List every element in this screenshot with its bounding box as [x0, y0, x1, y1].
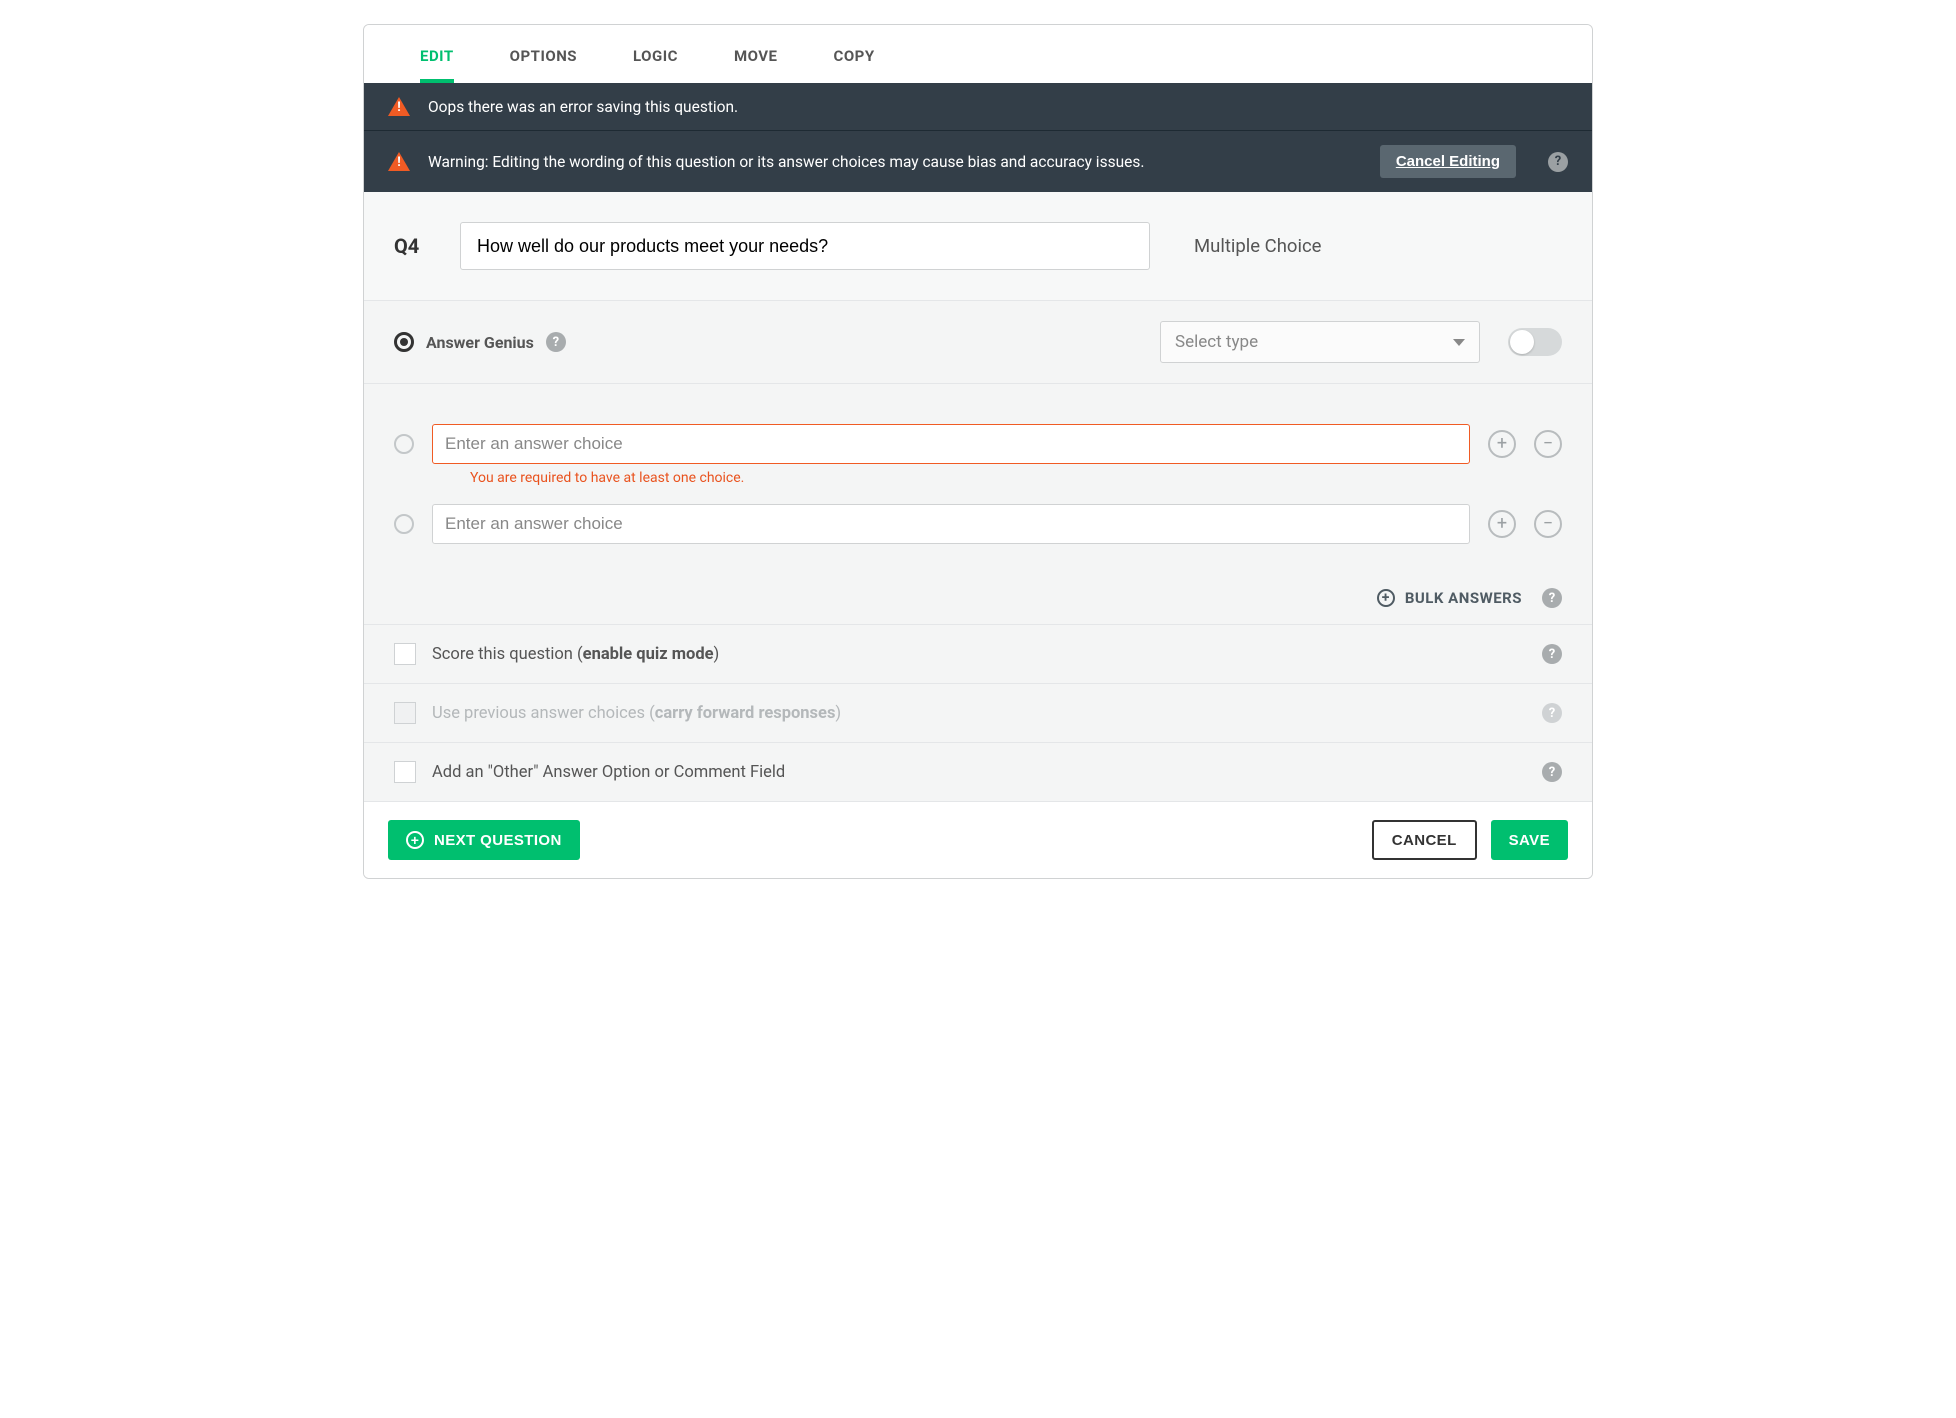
answer-choice-error: You are required to have at least one ch…: [470, 470, 1562, 486]
answer-genius-type-placeholder: Select type: [1175, 332, 1258, 352]
help-icon[interactable]: ?: [546, 332, 566, 352]
radio-icon: [394, 514, 414, 534]
score-question-label: Score this question (enable quiz mode): [432, 645, 719, 664]
other-option[interactable]: Add an "Other" Answer Option or Comment …: [364, 743, 1592, 802]
warning-icon: [388, 152, 410, 171]
answer-genius-type-select[interactable]: Select type: [1160, 321, 1480, 363]
chevron-down-icon: [1453, 339, 1465, 346]
tab-copy[interactable]: COPY: [806, 25, 903, 83]
answer-choice-input[interactable]: [432, 424, 1470, 464]
add-choice-button[interactable]: +: [1488, 430, 1516, 458]
plus-circle-icon: +: [406, 831, 424, 849]
checkbox[interactable]: [394, 761, 416, 783]
editor-tab-bar: EDIT OPTIONS LOGIC MOVE COPY: [364, 25, 1592, 83]
help-icon[interactable]: ?: [1542, 644, 1562, 664]
question-editor-frame: EDIT OPTIONS LOGIC MOVE COPY Oops there …: [363, 24, 1593, 879]
help-icon[interactable]: ?: [1542, 762, 1562, 782]
tab-edit[interactable]: EDIT: [392, 25, 482, 83]
error-banner-text: Oops there was an error saving this ques…: [428, 98, 738, 116]
help-icon[interactable]: ?: [1542, 703, 1562, 723]
checkbox[interactable]: [394, 643, 416, 665]
next-question-button[interactable]: + NEXT QUESTION: [388, 820, 580, 860]
cancel-button[interactable]: CANCEL: [1372, 820, 1477, 860]
editor-footer: + NEXT QUESTION CANCEL SAVE: [364, 802, 1592, 878]
other-option-label: Add an "Other" Answer Option or Comment …: [432, 763, 785, 782]
answer-choices-section: + − You are required to have at least on…: [364, 384, 1592, 625]
answer-choice-input[interactable]: [432, 504, 1470, 544]
question-text-input[interactable]: [460, 222, 1150, 270]
cancel-editing-button[interactable]: Cancel Editing: [1380, 145, 1516, 178]
warning-icon: [388, 97, 410, 116]
answer-genius-toggle[interactable]: [1508, 328, 1562, 356]
save-button[interactable]: SAVE: [1491, 820, 1568, 860]
answer-genius-row: Answer Genius ? Select type: [364, 301, 1592, 384]
toggle-knob: [1510, 330, 1534, 354]
tab-logic[interactable]: LOGIC: [605, 25, 706, 83]
score-question-option[interactable]: Score this question (enable quiz mode) ?: [364, 625, 1592, 684]
next-question-label: NEXT QUESTION: [434, 832, 562, 849]
help-icon[interactable]: ?: [1542, 588, 1562, 608]
answer-genius-label: Answer Genius: [426, 333, 534, 352]
warning-banner-text: Warning: Editing the wording of this que…: [428, 153, 1144, 171]
radio-icon: [394, 434, 414, 454]
error-banner: Oops there was an error saving this ques…: [364, 83, 1592, 130]
remove-choice-button[interactable]: −: [1534, 430, 1562, 458]
answer-genius-icon: [394, 332, 414, 352]
carry-forward-option: Use previous answer choices (carry forwa…: [364, 684, 1592, 743]
checkbox: [394, 702, 416, 724]
bulk-answers-button[interactable]: + BULK ANSWERS: [1377, 589, 1522, 607]
warning-banner: Warning: Editing the wording of this que…: [364, 130, 1592, 192]
answer-choice-row: + −: [394, 504, 1562, 544]
question-header: Q4 Multiple Choice: [364, 192, 1592, 301]
plus-circle-icon: +: [1377, 589, 1395, 607]
carry-forward-label: Use previous answer choices (carry forwa…: [432, 704, 841, 723]
help-icon[interactable]: ?: [1548, 152, 1568, 172]
remove-choice-button[interactable]: −: [1534, 510, 1562, 538]
question-type-label: Multiple Choice: [1194, 235, 1321, 257]
add-choice-button[interactable]: +: [1488, 510, 1516, 538]
question-number: Q4: [394, 234, 440, 258]
tab-options[interactable]: OPTIONS: [482, 25, 605, 83]
bulk-answers-label: BULK ANSWERS: [1405, 589, 1522, 607]
tab-move[interactable]: MOVE: [706, 25, 806, 83]
answer-choice-row: + −: [394, 424, 1562, 464]
